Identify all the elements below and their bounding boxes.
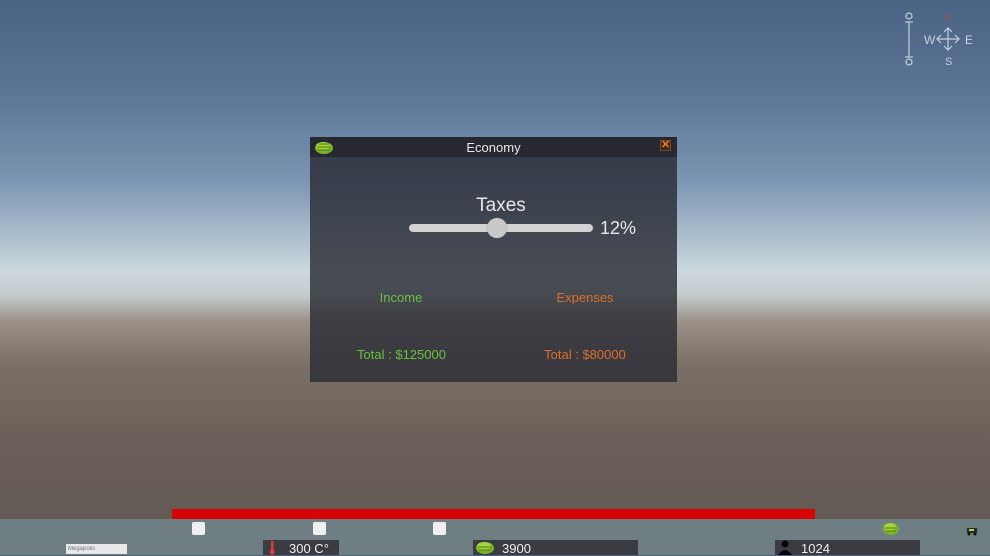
compass-east: E bbox=[965, 33, 973, 47]
population-value: 1024 bbox=[801, 541, 830, 556]
thermometer-icon bbox=[269, 541, 275, 555]
taxes-slider[interactable] bbox=[409, 218, 593, 238]
compass-south: S bbox=[945, 56, 952, 68]
money-icon bbox=[476, 542, 494, 554]
taxes-label: Taxes bbox=[476, 195, 526, 216]
window-title: Economy bbox=[466, 140, 521, 155]
city-name-input[interactable] bbox=[66, 544, 127, 554]
small-vehicle-icon[interactable] bbox=[966, 526, 978, 536]
income-label: Income bbox=[379, 290, 423, 305]
toggle-checkbox-3[interactable] bbox=[433, 522, 446, 535]
expenses-label: Expenses bbox=[556, 290, 614, 305]
money-display: 3900 bbox=[473, 540, 638, 556]
money-icon[interactable] bbox=[881, 521, 901, 536]
compass-west: W bbox=[924, 33, 936, 47]
population-display: 1024 bbox=[775, 540, 920, 556]
progress-bar bbox=[172, 509, 815, 519]
expenses-total: Total : $80000 bbox=[544, 347, 626, 362]
taxes-value: 12% bbox=[600, 218, 637, 238]
toggle-checkbox-1[interactable] bbox=[192, 522, 205, 535]
economy-window: Economy ✕ Taxes 12% Income Expenses Tota… bbox=[310, 137, 677, 382]
money-value: 3900 bbox=[502, 541, 531, 556]
temperature-display: 300 C° bbox=[263, 540, 339, 556]
income-total: Total : $125000 bbox=[357, 347, 446, 362]
toggle-checkbox-2[interactable] bbox=[313, 522, 326, 535]
window-titlebar[interactable]: Economy ✕ bbox=[310, 137, 677, 157]
slider-handle[interactable] bbox=[486, 218, 507, 238]
compass-icon[interactable]: N W E S bbox=[900, 10, 980, 70]
person-icon bbox=[778, 540, 792, 555]
temperature-value: 300 C° bbox=[289, 541, 329, 556]
close-button[interactable]: ✕ bbox=[660, 139, 671, 151]
compass-north: N bbox=[944, 13, 952, 25]
close-icon: ✕ bbox=[661, 139, 671, 151]
